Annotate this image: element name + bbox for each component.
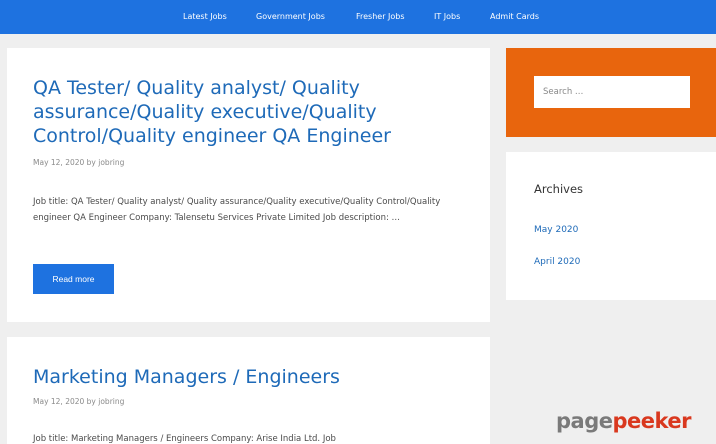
nav-item-government-jobs[interactable]: Government Jobs xyxy=(256,12,325,21)
pagepeeker-logo: pagepeeker xyxy=(556,408,692,434)
post-excerpt: Job title: Marketing Managers / Engineer… xyxy=(33,434,336,444)
nav-item-latest-jobs[interactable]: Latest Jobs xyxy=(183,12,227,21)
post-meta: May 12, 2020 by jobring xyxy=(33,158,125,167)
archive-link-may-2020[interactable]: May 2020 xyxy=(534,225,578,235)
post-title[interactable]: Marketing Managers / Engineers xyxy=(33,365,473,389)
archive-link-april-2020[interactable]: April 2020 xyxy=(534,257,580,267)
archives-title: Archives xyxy=(534,182,584,196)
nav-item-it-jobs[interactable]: IT Jobs xyxy=(434,12,460,21)
nav-item-admit-cards[interactable]: Admit Cards xyxy=(490,12,539,21)
top-navigation: Latest Jobs Government Jobs Fresher Jobs… xyxy=(0,0,716,34)
logo-text-page: page xyxy=(556,409,613,433)
nav-item-fresher-jobs[interactable]: Fresher Jobs xyxy=(356,12,405,21)
post-meta: May 12, 2020 by jobring xyxy=(33,397,125,406)
search-input[interactable] xyxy=(534,76,690,108)
post-card: Marketing Managers / Engineers May 12, 2… xyxy=(7,337,490,444)
post-excerpt: Job title: QA Tester/ Quality analyst/ Q… xyxy=(33,197,441,223)
read-more-button[interactable]: Read more xyxy=(33,264,114,294)
logo-text-peeker: peeker xyxy=(612,409,692,433)
post-card: QA Tester/ Quality analyst/ Quality assu… xyxy=(7,48,490,322)
post-title[interactable]: QA Tester/ Quality analyst/ Quality assu… xyxy=(33,76,463,148)
archives-widget: Archives May 2020 April 2020 xyxy=(506,152,716,300)
search-widget xyxy=(506,48,716,137)
